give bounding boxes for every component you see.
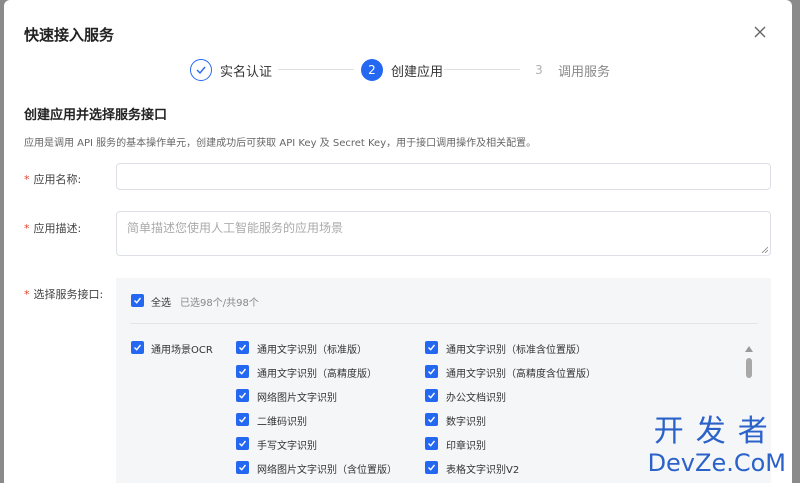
category-label: 通用场景OCR [151, 345, 213, 356]
step-realname: 实名认证 [190, 58, 272, 82]
required-mark: * [24, 288, 30, 301]
step-create-app: 2 创建应用 [361, 58, 443, 82]
scroll-up-icon[interactable] [745, 346, 753, 352]
step-connector [444, 69, 520, 70]
service-checkbox[interactable] [236, 437, 249, 450]
app-name-input[interactable] [116, 163, 771, 190]
app-desc-placeholder: 简单描述您使用人工智能服务的应用场景 [127, 221, 344, 235]
selected-count: 已选98个/共98个 [180, 298, 259, 309]
app-name-label: * 应用名称: [24, 173, 82, 186]
step-connector [278, 69, 354, 70]
select-all-label: 全选 [151, 298, 171, 309]
service-label: 手写文字识别 [257, 441, 317, 452]
service-checkbox[interactable] [425, 437, 438, 450]
service-checkbox[interactable] [425, 341, 438, 354]
service-checkbox[interactable] [425, 413, 438, 426]
service-checkbox[interactable] [236, 341, 249, 354]
modal-title: 快速接入服务 [24, 26, 115, 44]
step-number: 2 [361, 59, 383, 81]
section-description: 应用是调用 API 服务的基本操作单元，创建成功后可获取 API Key 及 S… [24, 138, 537, 149]
service-checkbox[interactable] [425, 461, 438, 474]
watermark-top: 开发者 [653, 414, 780, 449]
divider [130, 323, 758, 324]
service-label: 通用文字识别（高精度版） [257, 369, 377, 380]
service-label: 网络图片文字识别 [257, 393, 337, 404]
required-mark: * [24, 222, 30, 235]
app-desc-textarea[interactable]: 简单描述您使用人工智能服务的应用场景 [116, 211, 771, 256]
service-checkbox[interactable] [236, 389, 249, 402]
service-label: 通用文字识别（标准含位置版） [446, 345, 586, 356]
service-label: 表格文字识别V2 [446, 465, 520, 476]
category-checkbox[interactable] [131, 341, 144, 354]
select-all-checkbox[interactable] [131, 294, 144, 307]
check-icon [190, 59, 212, 81]
watermark-logo: 开发者 DevZe.CoM [647, 414, 786, 478]
service-label: 二维码识别 [257, 417, 307, 428]
service-checkbox[interactable] [236, 413, 249, 426]
watermark-bottom: DevZe.CoM [647, 449, 786, 477]
service-label: 办公文档识别 [446, 393, 506, 404]
step-label: 实名认证 [220, 64, 273, 80]
service-checkbox[interactable] [236, 365, 249, 378]
service-label: 网络图片文字识别（含位置版） [257, 465, 397, 476]
quick-access-modal: 快速接入服务 实名认证 2 创建应用 3 调用服务 创建应用并选择服务接口 应用… [4, 0, 792, 483]
app-desc-label: * 应用描述: [24, 222, 82, 235]
service-label: 通用文字识别（高精度含位置版） [446, 369, 596, 380]
section-title: 创建应用并选择服务接口 [24, 108, 168, 123]
service-checkbox[interactable] [425, 365, 438, 378]
scroll-thumb[interactable] [746, 358, 752, 378]
resize-handle-icon[interactable] [761, 246, 768, 253]
service-checkbox[interactable] [236, 461, 249, 474]
close-icon[interactable] [752, 24, 768, 40]
service-checkbox[interactable] [425, 389, 438, 402]
service-label: 数字识别 [446, 417, 486, 428]
service-label: 通用文字识别（标准版） [257, 345, 367, 356]
required-mark: * [24, 173, 30, 186]
step-label: 创建应用 [391, 64, 444, 80]
service-label: 印章识别 [446, 441, 486, 452]
step-number: 3 [535, 63, 543, 77]
step-label: 调用服务 [558, 64, 611, 80]
service-select-label: * 选择服务接口: [24, 288, 104, 301]
step-call-service: 3 调用服务 [528, 58, 610, 82]
